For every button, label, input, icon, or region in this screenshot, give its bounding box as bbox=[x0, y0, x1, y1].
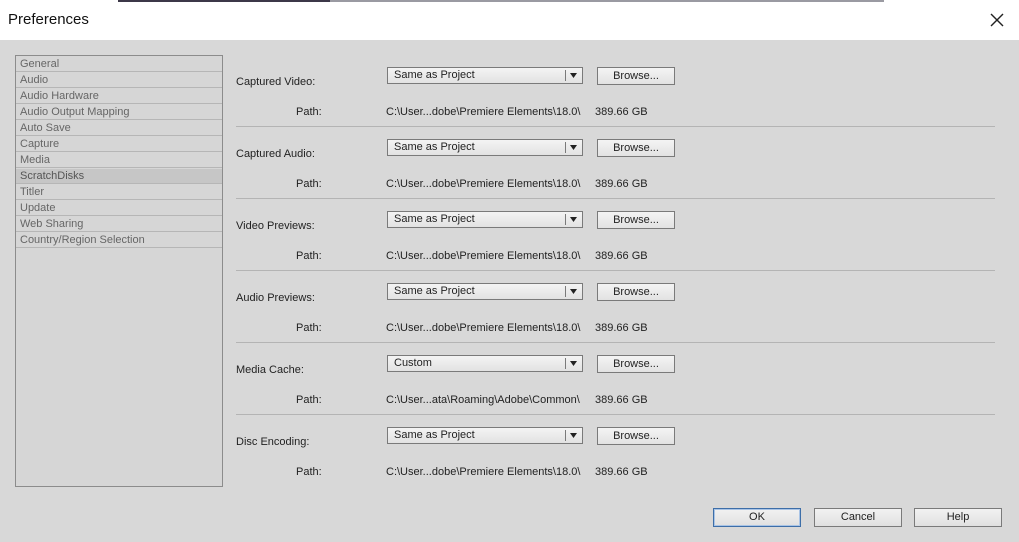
chevron-down-icon bbox=[570, 361, 577, 366]
sidebar-item-label: Auto Save bbox=[20, 122, 71, 134]
row-divider bbox=[236, 198, 995, 199]
sidebar-item-update[interactable]: Update bbox=[16, 201, 222, 216]
scratch-disk-row-audio-previews: Audio Previews: Same as Project Browse... P… bbox=[236, 283, 995, 363]
sidebar-item-label: Update bbox=[20, 202, 56, 214]
location-dropdown-value: Custom bbox=[394, 357, 432, 369]
help-button[interactable]: Help bbox=[914, 508, 1002, 527]
free-space-value: 389.66 GB bbox=[595, 466, 648, 478]
close-button[interactable] bbox=[984, 8, 1010, 32]
sidebar-item-media[interactable]: Media bbox=[16, 153, 222, 168]
path-label: Path: bbox=[296, 394, 322, 406]
sidebar-item-label: Titler bbox=[20, 186, 45, 198]
scratch-disk-label: Captured Video: bbox=[236, 76, 316, 88]
sidebar-item-label: Web Sharing bbox=[20, 218, 84, 230]
free-space-value: 389.66 GB bbox=[595, 322, 648, 334]
preferences-category-list: General Audio Audio Hardware Audio Output M… bbox=[15, 55, 223, 487]
row-divider bbox=[236, 270, 995, 271]
scratch-disk-label: Audio Previews: bbox=[236, 292, 315, 304]
sidebar-item-web-sharing[interactable]: Web Sharing bbox=[16, 217, 222, 232]
chevron-down-icon bbox=[570, 73, 577, 78]
location-dropdown-value: Same as Project bbox=[394, 141, 475, 153]
path-label: Path: bbox=[296, 466, 322, 478]
sidebar-item-titler[interactable]: Titler bbox=[16, 185, 222, 200]
sidebar-item-label: Audio bbox=[20, 74, 49, 86]
location-dropdown[interactable]: Same as Project bbox=[387, 211, 583, 228]
scratch-disk-label: Video Previews: bbox=[236, 220, 315, 232]
path-value: C:\User...dobe\Premiere Elements\18.0\ bbox=[386, 178, 581, 190]
location-dropdown[interactable]: Same as Project bbox=[387, 139, 583, 156]
sidebar-item-general[interactable]: General bbox=[16, 57, 222, 72]
sidebar-item-label: Capture bbox=[20, 138, 60, 150]
browse-button[interactable]: Browse... bbox=[597, 67, 675, 85]
location-dropdown[interactable]: Same as Project bbox=[387, 283, 583, 300]
dropdown-separator bbox=[565, 286, 566, 297]
scratch-disk-row-media-cache: Media Cache: Custom Browse... Path: C:\User.… bbox=[236, 355, 995, 435]
chevron-down-icon bbox=[570, 433, 577, 438]
location-dropdown-value: Same as Project bbox=[394, 429, 475, 441]
free-space-value: 389.66 GB bbox=[595, 178, 648, 190]
path-label: Path: bbox=[296, 106, 322, 118]
chevron-down-icon bbox=[570, 289, 577, 294]
path-label: Path: bbox=[296, 322, 322, 334]
path-value: C:\User...dobe\Premiere Elements\18.0\ bbox=[386, 322, 581, 334]
browse-button[interactable]: Browse... bbox=[597, 139, 675, 157]
location-dropdown-value: Same as Project bbox=[394, 213, 475, 225]
window-title: Preferences bbox=[8, 11, 89, 28]
cancel-button[interactable]: Cancel bbox=[814, 508, 902, 527]
sidebar-item-label: Country/Region Selection bbox=[20, 234, 145, 246]
row-divider bbox=[236, 126, 995, 127]
sidebar-item-label: General bbox=[20, 58, 60, 70]
dropdown-separator bbox=[565, 214, 566, 225]
close-icon bbox=[990, 13, 1004, 27]
path-value: C:\User...ata\Roaming\Adobe\Common\ bbox=[386, 394, 580, 406]
location-dropdown[interactable]: Same as Project bbox=[387, 67, 583, 84]
sidebar-item-label: Audio Hardware bbox=[20, 90, 99, 102]
browse-button[interactable]: Browse... bbox=[597, 211, 675, 229]
path-value: C:\User...dobe\Premiere Elements\18.0\ bbox=[386, 250, 581, 262]
chevron-down-icon bbox=[570, 217, 577, 222]
sidebar-item-scratchdisks[interactable]: ScratchDisks bbox=[16, 169, 222, 184]
scratch-disk-label: Disc Encoding: bbox=[236, 436, 310, 448]
dropdown-separator bbox=[565, 70, 566, 81]
sidebar-item-capture[interactable]: Capture bbox=[16, 137, 222, 152]
chevron-down-icon bbox=[570, 145, 577, 150]
path-value: C:\User...dobe\Premiere Elements\18.0\ bbox=[386, 466, 581, 478]
scratch-disk-label: Captured Audio: bbox=[236, 148, 315, 160]
scratch-disk-row-captured-audio: Captured Audio: Same as Project Browse... P… bbox=[236, 139, 995, 219]
location-dropdown[interactable]: Custom bbox=[387, 355, 583, 372]
background-window-strip-dark bbox=[118, 0, 330, 2]
browse-button[interactable]: Browse... bbox=[597, 427, 675, 445]
row-divider bbox=[236, 342, 995, 343]
sidebar-item-label: Media bbox=[20, 154, 50, 166]
browse-button[interactable]: Browse... bbox=[597, 355, 675, 373]
path-value: C:\User...dobe\Premiere Elements\18.0\ bbox=[386, 106, 581, 118]
sidebar-item-country-region-selection[interactable]: Country/Region Selection bbox=[16, 233, 222, 248]
sidebar-item-audio-hardware[interactable]: Audio Hardware bbox=[16, 89, 222, 104]
path-label: Path: bbox=[296, 178, 322, 190]
sidebar-item-audio[interactable]: Audio bbox=[16, 73, 222, 88]
free-space-value: 389.66 GB bbox=[595, 394, 648, 406]
location-dropdown[interactable]: Same as Project bbox=[387, 427, 583, 444]
location-dropdown-value: Same as Project bbox=[394, 69, 475, 81]
scratch-disk-row-disc-encoding: Disc Encoding: Same as Project Browse... Pa… bbox=[236, 427, 995, 507]
path-label: Path: bbox=[296, 250, 322, 262]
row-divider bbox=[236, 414, 995, 415]
scratch-disk-row-video-previews: Video Previews: Same as Project Browse... P… bbox=[236, 211, 995, 291]
sidebar-item-audio-output-mapping[interactable]: Audio Output Mapping bbox=[16, 105, 222, 120]
free-space-value: 389.66 GB bbox=[595, 250, 648, 262]
location-dropdown-value: Same as Project bbox=[394, 285, 475, 297]
free-space-value: 389.66 GB bbox=[595, 106, 648, 118]
scratch-disk-row-captured-video: Captured Video: Same as Project Browse... P… bbox=[236, 67, 995, 147]
dropdown-separator bbox=[565, 430, 566, 441]
scratch-disk-label: Media Cache: bbox=[236, 364, 304, 376]
title-bar: Preferences bbox=[0, 0, 1019, 40]
dropdown-separator bbox=[565, 142, 566, 153]
sidebar-item-label: ScratchDisks bbox=[20, 170, 85, 182]
dropdown-separator bbox=[565, 358, 566, 369]
sidebar-item-label: Audio Output Mapping bbox=[20, 106, 130, 118]
browse-button[interactable]: Browse... bbox=[597, 283, 675, 301]
sidebar-item-auto-save[interactable]: Auto Save bbox=[16, 121, 222, 136]
ok-button[interactable]: OK bbox=[713, 508, 801, 527]
